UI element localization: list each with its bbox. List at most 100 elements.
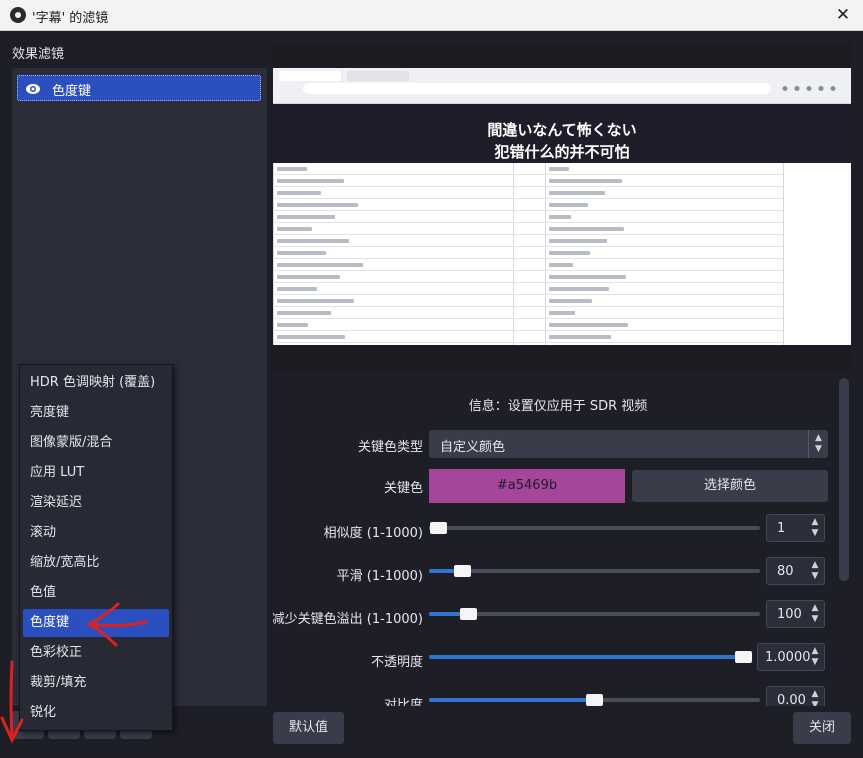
smoothness-label: 平滑 (1-1000) [336, 569, 423, 584]
key-color-swatch[interactable]: #a5469b [429, 469, 625, 503]
menu-item-color-key[interactable]: 色值 [23, 579, 169, 607]
preview-table-cell [549, 167, 569, 171]
smoothness-value: 80 [777, 564, 794, 579]
spin-arrows-icon[interactable]: ▲ ▼ [809, 689, 821, 706]
preview-table-cell [549, 203, 588, 207]
menu-item-scale-aspect[interactable]: 缩放/宽高比 [23, 549, 169, 577]
menu-item-color-correction[interactable]: 色彩校正 [23, 639, 169, 667]
preview-table-row [273, 174, 783, 175]
preview-table-cell [277, 299, 354, 303]
combo-arrows-icon: ▲ ▼ [808, 430, 828, 458]
preview-table-cell [549, 299, 592, 303]
preview-table-cell [549, 215, 571, 219]
key-color-label: 关键色 [383, 481, 423, 496]
menu-item-crop-pad[interactable]: 裁剪/填充 [23, 669, 169, 697]
preview-table-cell [549, 239, 607, 243]
contrast-label: 对比度 [383, 698, 423, 706]
preview-table-cell [277, 167, 307, 171]
menu-item-hdr-tonemap[interactable]: HDR 色调映射 (覆盖) [23, 369, 169, 397]
defaults-button[interactable]: 默认值 [273, 712, 344, 744]
key-color-type-select[interactable]: 自定义颜色 ▲ ▼ [429, 430, 828, 458]
window-close-icon[interactable]: ✕ [833, 4, 853, 26]
key-color-type-value: 自定义颜色 [440, 440, 506, 455]
opacity-value: 1.0000 [765, 650, 811, 665]
slider-handle[interactable] [430, 522, 447, 534]
preview-table-row [273, 306, 783, 307]
contrast-spinbox[interactable]: 0.00 ▲ ▼ [766, 686, 825, 706]
preview-table-cell [549, 227, 624, 231]
spill-reduction-slider[interactable] [429, 608, 760, 620]
smoothness-slider[interactable] [429, 565, 760, 577]
sdr-info-text: 信息：设置仅应用于 SDR 视频 [468, 399, 648, 414]
preview-table-row [273, 186, 783, 187]
slider-handle[interactable] [735, 651, 752, 663]
preview-table-cell [277, 335, 345, 339]
opacity-spinbox[interactable]: 1.0000 ▲ ▼ [757, 643, 825, 671]
preview-subtitle-banner: 間違いなんて怖くない 犯错什么的并不可怕 [273, 104, 851, 163]
slider-handle[interactable] [460, 608, 477, 620]
slider-handle[interactable] [454, 565, 471, 577]
preview-table-cell [277, 203, 358, 207]
spill-reduction-spinbox[interactable]: 100 ▲ ▼ [766, 600, 825, 628]
smoothness-spinbox[interactable]: 80 ▲ ▼ [766, 557, 825, 585]
preview-browser-bar [273, 68, 851, 104]
preview-table-cell [549, 311, 575, 315]
preview-table-cell [549, 275, 626, 279]
preview-table-cell [549, 251, 590, 255]
menu-item-image-mask[interactable]: 图像蒙版/混合 [23, 429, 169, 457]
slider-handle[interactable] [586, 694, 603, 706]
preview-image: 間違いなんて怖くない 犯错什么的并不可怕 [273, 68, 851, 345]
similarity-spinbox[interactable]: 1 ▲ ▼ [766, 514, 825, 542]
preview-table-cell [277, 251, 326, 255]
eye-icon[interactable] [25, 81, 41, 97]
add-filter-menu: HDR 色调映射 (覆盖) 亮度键 图像蒙版/混合 应用 LUT 渲染延迟 滚动… [19, 364, 173, 731]
spill-reduction-label: 减少关键色溢出 (1-1000) [273, 612, 423, 627]
properties-scrollbar[interactable] [839, 378, 849, 674]
subtitle-jp: 間違いなんて怖くない [487, 121, 637, 139]
preview-table-row [273, 258, 783, 259]
menu-item-luma-key[interactable]: 亮度键 [23, 399, 169, 427]
preview-table-cell [549, 287, 609, 291]
spin-arrows-icon[interactable]: ▲ ▼ [809, 517, 821, 539]
preview-table-column-line [783, 163, 784, 345]
scrollbar-thumb[interactable] [839, 378, 849, 581]
menu-item-apply-lut[interactable]: 应用 LUT [23, 459, 169, 487]
preview-table-cell [277, 263, 363, 267]
opacity-slider[interactable] [429, 651, 752, 663]
contrast-slider[interactable] [429, 694, 760, 706]
preview-table-cell [277, 287, 317, 291]
obs-app-icon [10, 7, 26, 23]
preview-table-cell [549, 191, 605, 195]
menu-item-scroll[interactable]: 滚动 [23, 519, 169, 547]
preview-table-row [273, 342, 783, 343]
preview-table-row [273, 330, 783, 331]
window-titlebar: '字幕' 的滤镜 ✕ [0, 0, 863, 31]
preview-table-row [273, 270, 783, 271]
preview-table-row [273, 282, 783, 283]
preview-table-cell [277, 191, 321, 195]
preview-table-cell [277, 275, 340, 279]
key-color-type-label: 关键色类型 [357, 440, 423, 455]
preview-table [273, 163, 851, 345]
preview-table-row [273, 318, 783, 319]
menu-item-render-delay[interactable]: 渲染延迟 [23, 489, 169, 517]
filter-item-chroma-key[interactable]: 色度键 [17, 75, 261, 101]
window-title: '字幕' 的滤镜 [32, 11, 109, 26]
menu-item-sharpen[interactable]: 锐化 [23, 699, 169, 727]
preview-table-row [273, 210, 783, 211]
select-color-button[interactable]: 选择颜色 [632, 470, 828, 502]
similarity-label: 相似度 (1-1000) [323, 526, 423, 541]
preview-table-row [273, 246, 783, 247]
similarity-slider[interactable] [429, 522, 760, 534]
spin-arrows-icon[interactable]: ▲ ▼ [809, 646, 821, 668]
close-button[interactable]: 关闭 [793, 712, 851, 744]
subtitle-cn: 犯错什么的并不可怕 [494, 143, 630, 161]
preview-table-row [273, 222, 783, 223]
spin-arrows-icon[interactable]: ▲ ▼ [809, 560, 821, 582]
preview-table-row [273, 234, 783, 235]
opacity-label: 不透明度 [370, 655, 423, 670]
preview-table-cell [277, 227, 312, 231]
spin-arrows-icon[interactable]: ▲ ▼ [809, 603, 821, 625]
menu-item-chroma-key[interactable]: 色度键 [23, 609, 169, 637]
spill-reduction-value: 100 [777, 607, 802, 622]
